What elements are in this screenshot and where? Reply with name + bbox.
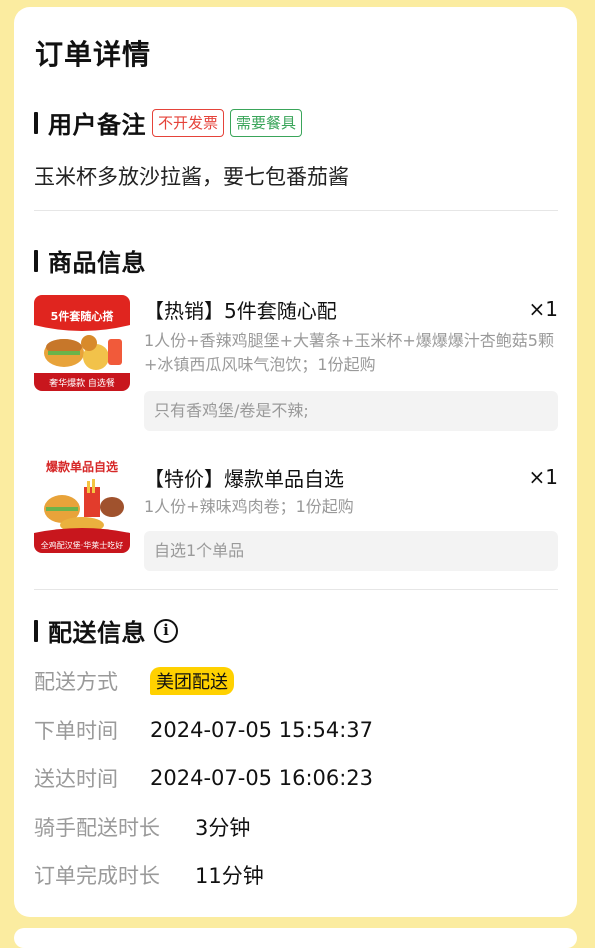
delivery-title: 配送信息 <box>48 619 146 647</box>
info-label: 下单时间 <box>34 719 118 743</box>
next-card <box>14 928 577 948</box>
remarks-title: 用户备注 <box>48 111 146 139</box>
thumb-title: 爆款单品自选 <box>46 459 118 474</box>
delivered-time-row: 送达时间 2024-07-05 16:06:23 <box>34 763 373 793</box>
divider <box>34 210 558 211</box>
info-label: 配送方式 <box>34 670 118 694</box>
tag-need-utensils: 需要餐具 <box>230 108 303 137</box>
product-description: 1人份+辣味鸡肉卷；1份起购 <box>144 497 354 516</box>
product-name: 【热销】5件套随心配 <box>144 299 337 323</box>
info-icon[interactable]: i <box>154 618 178 643</box>
product-quantity: ×1 <box>528 297 558 321</box>
section-bar <box>34 619 38 642</box>
product-thumbnail: 5件套随心搭 奢华爆款 自选餐 <box>34 295 130 391</box>
order-detail-card: 订单详情 用户备注 不开发票 需要餐具 玉米杯多放沙拉酱，要七包番茄酱 商品信息… <box>14 7 577 917</box>
product-name: 【特价】爆款单品自选 <box>144 467 344 491</box>
products-header: 商品信息 <box>34 243 146 278</box>
divider <box>34 589 558 590</box>
product-item[interactable]: 5件套随心搭 奢华爆款 自选餐 【热销】5件套随心配 ×1 1人份+香辣鸡腿堡+… <box>34 295 558 435</box>
info-label: 订单完成时长 <box>34 864 160 888</box>
delivery-method-badge: 美团配送 <box>150 667 234 695</box>
info-label: 骑手配送时长 <box>34 816 160 840</box>
section-bar <box>34 111 38 134</box>
tag-no-invoice: 不开发票 <box>152 108 225 137</box>
thumb-subtitle: 全鸡配汉堡·华莱士吃好 <box>41 540 124 550</box>
delivery-method-row: 配送方式 美团配送 <box>34 666 234 696</box>
remarks-header: 用户备注 不开发票 需要餐具 <box>34 105 303 140</box>
info-value: 2024-07-05 15:54:37 <box>150 718 374 742</box>
order-duration-row: 订单完成时长 11分钟 <box>34 860 264 890</box>
product-thumbnail: 爆款单品自选 全鸡配汉堡·华莱士吃好 <box>34 457 130 553</box>
section-bar <box>34 249 38 272</box>
thumb-subtitle: 奢华爆款 自选餐 <box>49 377 115 389</box>
product-item[interactable]: 爆款单品自选 全鸡配汉堡·华莱士吃好 【特价】爆款单品自选 ×1 1人份+辣味鸡… <box>34 455 558 571</box>
product-note: 只有香鸡堡/卷是不辣; <box>144 391 558 431</box>
info-value: 11分钟 <box>195 864 264 888</box>
info-value: 3分钟 <box>195 816 251 840</box>
info-label: 送达时间 <box>34 767 118 791</box>
products-title: 商品信息 <box>48 249 146 277</box>
product-quantity: ×1 <box>528 465 558 489</box>
product-note: 自选1个单品 <box>144 531 558 571</box>
delivery-header: 配送信息 i <box>34 613 178 648</box>
remark-note: 玉米杯多放沙拉酱，要七包番茄酱 <box>34 165 349 189</box>
product-description: 1人份+香辣鸡腿堡+大薯条+玉米杯+爆爆爆汁杏鲍菇5颗+冰镇西瓜风味气泡饮；1份… <box>144 331 554 374</box>
info-value: 2024-07-05 16:06:23 <box>150 766 374 790</box>
order-time-row: 下单时间 2024-07-05 15:54:37 <box>34 715 373 745</box>
rider-duration-row: 骑手配送时长 3分钟 <box>34 812 250 842</box>
thumb-title: 5件套随心搭 <box>51 309 115 323</box>
page-title: 订单详情 <box>35 38 152 71</box>
